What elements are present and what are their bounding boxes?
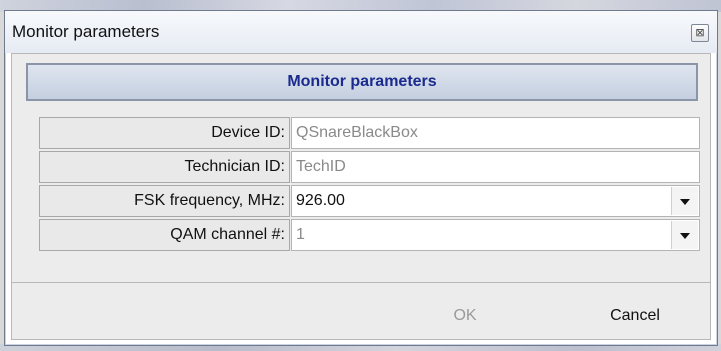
chevron-down-icon[interactable]: [671, 187, 698, 215]
fsk-frequency-select[interactable]: 926.00: [291, 185, 700, 217]
panel-header-title: Monitor parameters: [287, 73, 437, 90]
fsk-frequency-label: FSK frequency, MHz:: [39, 185, 290, 217]
qam-channel-value: 1: [296, 226, 305, 243]
chevron-down-icon[interactable]: [671, 221, 698, 249]
device-id-label: Device ID:: [39, 117, 290, 149]
panel-header: Monitor parameters: [26, 63, 698, 101]
device-id-row: Device ID: QSnareBlackBox: [39, 117, 702, 149]
fsk-frequency-row: FSK frequency, MHz: 926.00: [39, 185, 702, 217]
technician-id-row: Technician ID: TechID: [39, 151, 702, 183]
device-id-field[interactable]: QSnareBlackBox: [291, 117, 700, 149]
fsk-frequency-value: 926.00: [296, 192, 345, 209]
cancel-button[interactable]: Cancel: [590, 303, 680, 329]
monitor-parameters-dialog: Monitor parameters ⊠ Monitor parameters …: [4, 10, 718, 346]
qam-channel-label: QAM channel #:: [39, 219, 290, 251]
technician-id-field[interactable]: TechID: [291, 151, 700, 183]
qam-channel-select[interactable]: 1: [291, 219, 700, 251]
qam-channel-row: QAM channel #: 1: [39, 219, 702, 251]
button-separator: [11, 282, 711, 283]
technician-id-label: Technician ID:: [39, 151, 290, 183]
title-bar[interactable]: Monitor parameters ⊠: [5, 11, 717, 53]
window-title: Monitor parameters: [12, 22, 160, 41]
close-icon[interactable]: ⊠: [691, 24, 709, 42]
ok-button[interactable]: OK: [435, 303, 495, 329]
